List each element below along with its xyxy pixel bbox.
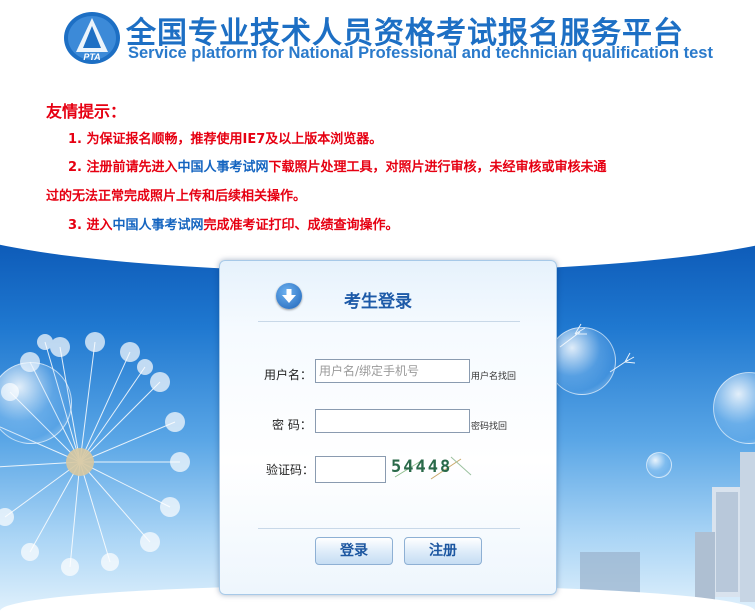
password-recover-link[interactable]: 密码找回 [471,419,507,432]
bubble-decoration [548,327,616,395]
site-header: PTA 全国专业技术人员资格考试报名服务平台 Service platform … [0,0,755,80]
pta-logo: PTA [64,12,120,64]
tip-2: 2. 注册前请先进入中国人事考试网下载照片处理工具，对照片进行审核，未经审核或审… [68,156,607,175]
login-button[interactable]: 登录 [315,537,393,565]
tip-1: 1. 为保证报名顺畅，推荐使用IE7及以上版本浏览器。 [68,132,383,147]
cpta-link-2[interactable]: 中国人事考试网 [113,218,204,233]
login-panel: 考生登录 用户名： 用户名找回 密 码： 密码找回 验证码： 54448 登录 … [219,260,557,595]
tip-3-suffix: 完成准考证打印、成绩查询操作。 [203,218,399,233]
login-title: 考生登录 [344,292,412,312]
register-button[interactable]: 注册 [404,537,482,565]
divider [258,321,520,322]
captcha-text: 54448 [391,457,453,477]
divider [258,528,520,529]
username-input[interactable] [315,359,470,383]
cpta-link-1[interactable]: 中国人事考试网 [178,160,269,175]
captcha-image[interactable]: 54448 [391,453,473,481]
arrow-down-circle-icon [276,283,302,309]
tip-3-prefix: 3. 进入 [68,218,113,233]
site-subtitle: Service platform for National Profession… [128,44,713,62]
tip-3: 3. 进入中国人事考试网完成准考证打印、成绩查询操作。 [68,214,399,233]
username-recover-link[interactable]: 用户名找回 [471,369,516,382]
tip-2-prefix: 2. 注册前请先进入 [68,160,178,175]
tip-2-line-2: 过的无法正常完成照片上传和后续相关操作。 [46,189,307,204]
password-input[interactable] [315,409,470,433]
username-label: 用户名： [264,368,313,382]
captcha-label: 验证码： [266,463,315,477]
bubble-decoration [646,452,672,478]
logo-text: PTA [83,52,100,62]
captcha-input[interactable] [315,456,386,483]
tips-heading: 友情提示： [46,102,127,121]
tip-2-suffix: 下载照片处理工具，对照片进行审核，未经审核或审核未通 [268,160,607,175]
password-label: 密 码： [272,418,312,432]
